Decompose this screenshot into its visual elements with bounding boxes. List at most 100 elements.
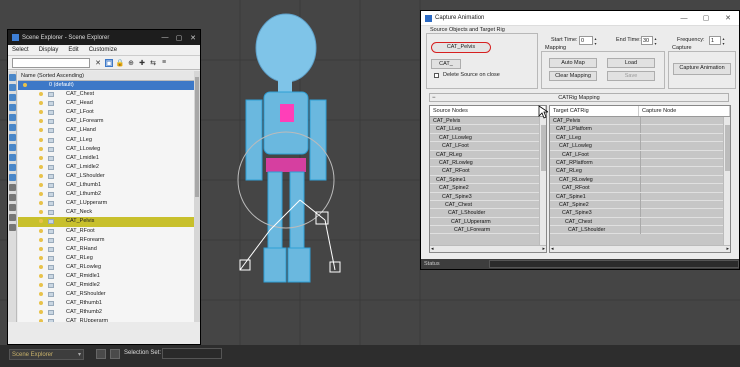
- filter-groups-icon[interactable]: [9, 134, 16, 141]
- visibility-icon[interactable]: [39, 128, 43, 133]
- visibility-icon[interactable]: [23, 83, 27, 87]
- source-nodes-header-label[interactable]: Source Nodes: [430, 106, 546, 116]
- source-node-row[interactable]: CAT_RLeg: [430, 151, 546, 159]
- cat-rig-button[interactable]: CAT_: [431, 59, 461, 69]
- scene-object-row[interactable]: CAT_Rmidle2: [18, 281, 194, 290]
- scroll-right-icon[interactable]: ▸: [726, 246, 729, 252]
- source-node-row[interactable]: CAT_LForearm: [430, 226, 546, 235]
- search-input[interactable]: [12, 57, 90, 68]
- sync-icon[interactable]: ⇆: [149, 59, 157, 67]
- visibility-icon[interactable]: [39, 155, 43, 160]
- visibility-icon[interactable]: [39, 319, 43, 322]
- scene-object-row[interactable]: CAT_LForearm: [18, 117, 194, 126]
- source-list-scrollbar[interactable]: [539, 117, 546, 245]
- scene-object-row[interactable]: CAT_RLowleg: [18, 263, 194, 272]
- visibility-icon[interactable]: [39, 264, 43, 269]
- clear-search-icon[interactable]: ✕: [94, 59, 102, 67]
- filter-geometry-icon[interactable]: [9, 74, 16, 81]
- target-node-row[interactable]: CAT_Chest: [550, 217, 730, 227]
- source-node-row[interactable]: CAT_Spine2: [430, 184, 546, 193]
- target-catrig-list[interactable]: Target CATRig Capture Node CAT_Pelvis CAT…: [549, 105, 731, 253]
- visibility-icon[interactable]: [39, 164, 43, 169]
- target-node-row[interactable]: CAT_RLeg: [550, 167, 730, 176]
- target-node-row[interactable]: CAT_LPlatform: [550, 125, 730, 134]
- source-pelvis-button[interactable]: CAT_Pelvis: [431, 42, 491, 53]
- collapse-icon[interactable]: −: [432, 94, 436, 102]
- menu-select[interactable]: Select: [12, 47, 29, 53]
- filter-containers-icon[interactable]: [9, 164, 16, 171]
- scene-explorer-scrollbar[interactable]: [194, 71, 200, 322]
- target-node-row[interactable]: CAT_LLeg: [550, 133, 730, 143]
- target-list-scrollbar[interactable]: [723, 117, 730, 245]
- lock-selection-icon[interactable]: [110, 349, 120, 359]
- visibility-icon[interactable]: [39, 146, 43, 151]
- end-time-spinner[interactable]: 30: [641, 36, 658, 46]
- capture-titlebar[interactable]: Capture Animation — ▢ ✕: [421, 11, 739, 26]
- scene-object-list[interactable]: Name (Sorted Ascending) 0 (default) CAT_…: [18, 71, 194, 322]
- scroll-left-icon[interactable]: ◂: [431, 246, 434, 252]
- filter-bones-icon[interactable]: [9, 154, 16, 161]
- scene-explorer-titlebar[interactable]: Scene Explorer - Scene Explorer — ▢ ✕: [8, 30, 200, 45]
- scene-object-row[interactable]: CAT_Lmidle2: [18, 163, 194, 172]
- scrollbar-thumb[interactable]: [195, 77, 199, 197]
- visibility-icon[interactable]: [39, 137, 43, 142]
- display-none-icon[interactable]: [9, 194, 16, 201]
- scene-explorer-dropdown[interactable]: Scene Explorer ▾: [9, 349, 84, 360]
- scene-object-row[interactable]: CAT_RShoulder: [18, 290, 194, 299]
- scene-object-row[interactable]: CAT_Head: [18, 99, 194, 108]
- filter-helpers-icon[interactable]: [9, 114, 16, 121]
- target-node-row[interactable]: CAT_Pelvis: [550, 117, 730, 126]
- visibility-icon[interactable]: [39, 183, 43, 188]
- minimize-icon[interactable]: —: [158, 34, 172, 41]
- hierarchy-view-icon[interactable]: [9, 224, 16, 231]
- catrig-mapping-rollout[interactable]: − CATRig Mapping: [429, 93, 729, 102]
- scene-object-row[interactable]: CAT_LShoulder: [18, 172, 194, 181]
- load-button[interactable]: Load: [607, 58, 655, 68]
- scene-object-row[interactable]: CAT_LFoot: [18, 108, 194, 117]
- column-header[interactable]: Name (Sorted Ascending): [18, 71, 194, 81]
- auto-map-button[interactable]: Auto Map: [549, 58, 597, 68]
- scene-object-row[interactable]: CAT_Lthumb1: [18, 181, 194, 190]
- scene-object-row[interactable]: CAT_RHand: [18, 245, 194, 254]
- layer-explorer-icon[interactable]: [96, 349, 106, 359]
- visibility-icon[interactable]: [39, 92, 43, 97]
- close-icon[interactable]: ✕: [717, 14, 739, 22]
- filter-cameras-icon[interactable]: [9, 104, 16, 111]
- scene-object-row[interactable]: CAT_LLeg: [18, 136, 194, 145]
- visibility-icon[interactable]: [39, 201, 43, 206]
- visibility-icon[interactable]: [39, 255, 43, 260]
- scene-object-row[interactable]: CAT_LHand: [18, 126, 194, 135]
- visibility-icon[interactable]: [39, 192, 43, 197]
- scene-object-row[interactable]: CAT_Pelvis: [18, 217, 194, 227]
- target-node-row[interactable]: CAT_LShoulder: [550, 226, 730, 235]
- visibility-icon[interactable]: [39, 292, 43, 297]
- source-node-row[interactable]: CAT_Chest: [430, 201, 546, 210]
- clear-mapping-button[interactable]: Clear Mapping: [549, 71, 597, 81]
- source-node-row[interactable]: CAT_LLowleg: [430, 134, 546, 143]
- source-list-hscroll[interactable]: ◂ ▸: [430, 245, 546, 252]
- frequency-spinner[interactable]: 1: [709, 36, 726, 46]
- menu-display[interactable]: Display: [39, 47, 59, 53]
- scene-object-row[interactable]: CAT_Rthumb1: [18, 299, 194, 308]
- scene-object-row[interactable]: CAT_RForearm: [18, 236, 194, 245]
- source-node-row[interactable]: CAT_Pelvis: [430, 117, 546, 126]
- scene-object-row[interactable]: CAT_LLowleg: [18, 145, 194, 154]
- visibility-icon[interactable]: [39, 228, 43, 233]
- display-all-icon[interactable]: [9, 184, 16, 191]
- filter-shapes-icon[interactable]: [9, 84, 16, 91]
- visibility-icon[interactable]: [39, 237, 43, 242]
- scene-object-row[interactable]: CAT_LUpperarm: [18, 199, 194, 208]
- scroll-right-icon[interactable]: ▸: [542, 246, 545, 252]
- scene-object-row[interactable]: CAT_RUpperarm: [18, 317, 194, 322]
- source-node-row[interactable]: CAT_LLeg: [430, 125, 546, 134]
- hierarchy-icon[interactable]: ⊕: [127, 59, 135, 67]
- source-node-row[interactable]: CAT_LUpperarm: [430, 218, 546, 227]
- visibility-icon[interactable]: [39, 246, 43, 251]
- source-node-row[interactable]: CAT_Spine3: [430, 193, 546, 201]
- capture-node-header[interactable]: Capture Node: [639, 106, 730, 116]
- maximize-icon[interactable]: ▢: [695, 14, 717, 22]
- source-nodes-list[interactable]: Source Nodes CAT_Pelvis CAT_LLeg CAT_LLowl…: [429, 105, 547, 253]
- scene-explorer-window[interactable]: Scene Explorer - Scene Explorer — ▢ ✕ Se…: [7, 29, 201, 345]
- target-node-row[interactable]: CAT_RFoot: [550, 184, 730, 193]
- source-node-row[interactable]: CAT_LShoulder: [430, 209, 546, 218]
